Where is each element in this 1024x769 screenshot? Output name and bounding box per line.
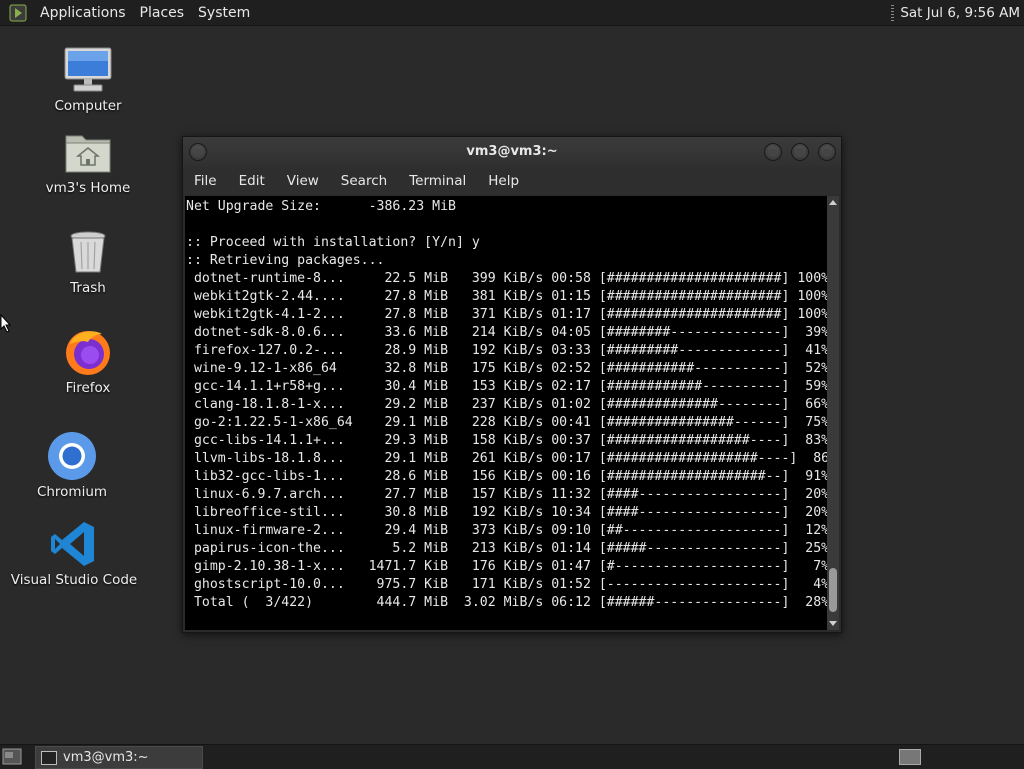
menu-search[interactable]: Search bbox=[330, 173, 398, 189]
vscode-icon bbox=[51, 522, 94, 566]
workspace-switcher[interactable] bbox=[899, 749, 921, 765]
desktop-icon-label: Visual Studio Code bbox=[10, 572, 138, 588]
window-menubar: File Edit View Search Terminal Help bbox=[183, 167, 841, 195]
menu-edit[interactable]: Edit bbox=[228, 173, 276, 189]
taskbar-button-label: vm3@vm3:~ bbox=[63, 750, 149, 765]
desktop-icon-home[interactable]: vm3's Home bbox=[23, 126, 153, 196]
terminal-line: wine-9.12-1-x86_64 32.8 MiB 175 KiB/s 02… bbox=[186, 361, 827, 376]
window-titlebar[interactable]: vm3@vm3:~ bbox=[183, 137, 841, 167]
menu-file[interactable]: File bbox=[183, 173, 228, 189]
desktop-icon-trash[interactable]: Trash bbox=[23, 226, 153, 296]
terminal-line: lib32-gcc-libs-1... 28.6 MiB 156 KiB/s 0… bbox=[186, 469, 827, 484]
close-button[interactable] bbox=[818, 143, 836, 161]
desktop-icon-label: vm3's Home bbox=[45, 180, 131, 196]
menu-places[interactable]: Places bbox=[134, 5, 193, 21]
terminal-line: go-2:1.22.5-1-x86_64 29.1 MiB 228 KiB/s … bbox=[186, 415, 827, 430]
desktop-icon-computer[interactable]: Computer bbox=[23, 44, 153, 114]
terminal-line: webkit2gtk-2.44.... 27.8 MiB 381 KiB/s 0… bbox=[186, 289, 827, 304]
chromium-icon bbox=[48, 432, 96, 480]
scroll-up-arrow-icon[interactable] bbox=[829, 200, 837, 205]
desktop-icon-label: Trash bbox=[70, 280, 106, 296]
terminal-line: gcc-14.1.1+r58+g... 30.4 MiB 153 KiB/s 0… bbox=[186, 379, 827, 394]
terminal-line: linux-firmware-2... 29.4 MiB 373 KiB/s 0… bbox=[186, 523, 827, 538]
terminal-line: dotnet-sdk-8.0.6... 33.6 MiB 214 KiB/s 0… bbox=[186, 325, 827, 340]
terminal-line: Total ( 3/422) 444.7 MiB 3.02 MiB/s 06:1… bbox=[186, 595, 827, 610]
terminal-line: llvm-libs-18.1.8... 29.1 MiB 261 KiB/s 0… bbox=[186, 451, 827, 466]
bottom-panel: vm3@vm3:~ bbox=[0, 744, 1024, 769]
menu-terminal[interactable]: Terminal bbox=[398, 173, 477, 189]
terminal-line: firefox-127.0.2-... 28.9 MiB 192 KiB/s 0… bbox=[186, 343, 827, 358]
desktop-icon-firefox[interactable]: Firefox bbox=[23, 326, 153, 396]
desktop-icon-vscode[interactable]: Visual Studio Code bbox=[9, 518, 139, 588]
terminal-line: dotnet-runtime-8... 22.5 MiB 399 KiB/s 0… bbox=[186, 271, 827, 286]
panel-clock[interactable]: Sat Jul 6, 9:56 AM bbox=[900, 5, 1020, 21]
terminal-window[interactable]: vm3@vm3:~ File Edit View Search Terminal… bbox=[182, 136, 842, 633]
terminal-text: Net Upgrade Size: -386.23 MiB :: Proceed… bbox=[185, 196, 827, 612]
menu-view[interactable]: View bbox=[276, 173, 330, 189]
desktop-icon-label: Chromium bbox=[36, 484, 108, 500]
terminal-icon bbox=[41, 750, 57, 765]
terminal-output[interactable]: Net Upgrade Size: -386.23 MiB :: Proceed… bbox=[185, 196, 827, 630]
menu-applications[interactable]: Applications bbox=[34, 5, 134, 21]
maximize-button[interactable] bbox=[791, 143, 809, 161]
taskbar-button-terminal[interactable]: vm3@vm3:~ bbox=[35, 746, 203, 769]
panel-handle bbox=[891, 4, 895, 21]
top-panel: Applications Places System Sat Jul 6, 9:… bbox=[0, 0, 1024, 26]
terminal-line: :: Proceed with installation? [Y/n] y bbox=[186, 235, 480, 250]
distro-logo-icon[interactable] bbox=[8, 3, 28, 23]
window-title: vm3@vm3:~ bbox=[466, 144, 558, 159]
terminal-line: gimp-2.10.38-1-x... 1471.7 KiB 176 KiB/s… bbox=[186, 559, 827, 574]
terminal-line: Net Upgrade Size: -386.23 MiB bbox=[186, 199, 456, 214]
clock-area: Sat Jul 6, 9:56 AM bbox=[891, 0, 1020, 25]
trash-icon bbox=[70, 231, 106, 273]
terminal-line: webkit2gtk-4.1-2... 27.8 MiB 371 KiB/s 0… bbox=[186, 307, 827, 322]
terminal-line: gcc-libs-14.1.1+... 29.3 MiB 158 KiB/s 0… bbox=[186, 433, 827, 448]
scroll-down-arrow-icon[interactable] bbox=[829, 621, 837, 626]
desktop-icon-label: Computer bbox=[54, 98, 122, 114]
desktop-icon-label: Firefox bbox=[65, 380, 111, 396]
computer-icon bbox=[64, 47, 112, 92]
terminal-line: clang-18.1.8-1-x... 29.2 MiB 237 KiB/s 0… bbox=[186, 397, 827, 412]
firefox-icon bbox=[66, 331, 110, 375]
mouse-cursor-icon bbox=[0, 314, 12, 333]
home-folder-icon bbox=[65, 135, 111, 173]
show-desktop-icon[interactable] bbox=[2, 748, 22, 765]
menu-help[interactable]: Help bbox=[477, 173, 530, 189]
menu-system[interactable]: System bbox=[192, 5, 258, 21]
terminal-line: ghostscript-10.0... 975.7 KiB 171 KiB/s … bbox=[186, 577, 827, 592]
terminal-line: libreoffice-stil... 30.8 MiB 192 KiB/s 1… bbox=[186, 505, 827, 520]
terminal-line: :: Retrieving packages... bbox=[186, 253, 385, 268]
desktop-icon-chromium[interactable]: Chromium bbox=[7, 430, 137, 500]
scrollbar-thumb[interactable] bbox=[829, 568, 837, 612]
terminal-scrollbar[interactable] bbox=[827, 196, 839, 630]
minimize-button[interactable] bbox=[764, 143, 782, 161]
terminal-line: papirus-icon-the... 5.2 MiB 213 KiB/s 01… bbox=[186, 541, 827, 556]
terminal-line: linux-6.9.7.arch... 27.7 MiB 157 KiB/s 1… bbox=[186, 487, 827, 502]
